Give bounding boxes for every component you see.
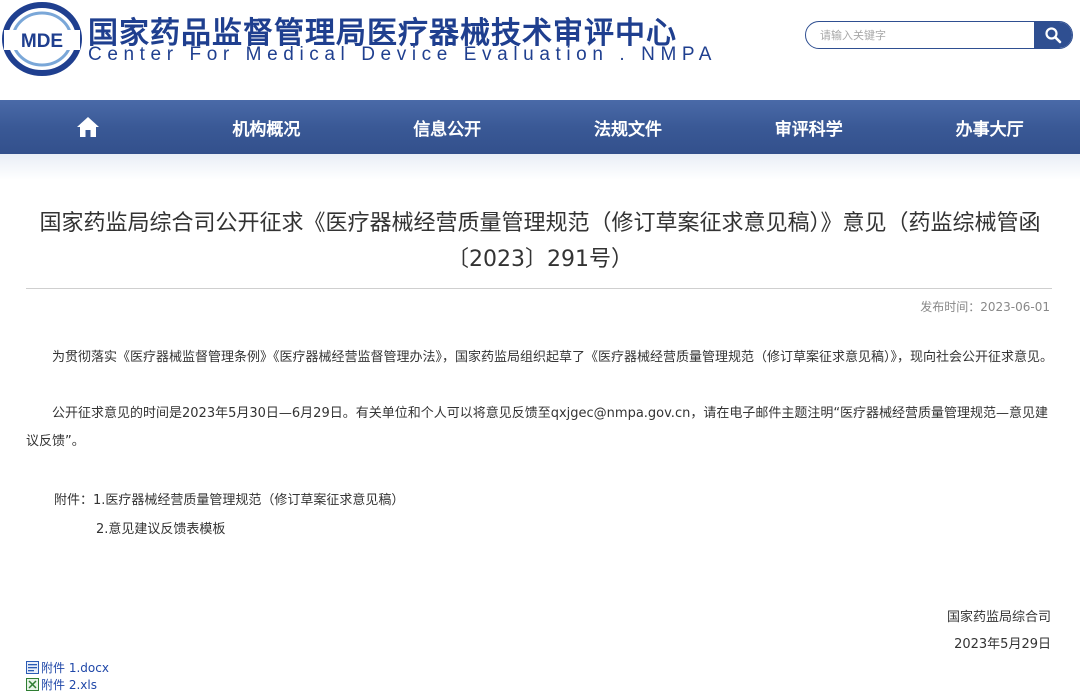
search-button[interactable] [1034,22,1072,48]
article-title: 国家药监局综合司公开征求《医疗器械经营质量管理规范（修订草案征求意见稿）》意见（… [39,211,1041,272]
docx-file-icon [26,660,39,674]
search-box [805,21,1073,49]
search-icon [1045,27,1062,44]
signature-org: 国家药监局综合司 [946,610,1051,625]
nav-item-services[interactable]: 办事大厅 [899,100,1080,154]
attachment-line-1: 附件：1.医疗器械经营质量管理规范（修订草案征求意见稿） [54,493,405,508]
file-name: 附件 1.docx [41,660,109,675]
main-nav: 机构概况 信息公开 法规文件 审评科学 办事大厅 [0,100,1080,154]
article-paragraph-2: 公开征求意见的时间是2023年5月30日—6月29日。有关单位和个人可以将意见反… [26,406,1049,449]
file-link-docx[interactable]: 附件 1.docx [26,659,109,675]
attachment-line-2: 2.意见建议反馈表模板 [96,522,226,537]
site-header: MDE 国家药品监督管理局医疗器械技术审评中心 Center For Medic… [0,0,1080,100]
xls-file-icon [26,677,39,691]
file-name: 附件 2.xls [41,677,97,692]
logo-text: MDE [21,31,63,52]
nav-item-info[interactable]: 信息公开 [357,100,538,154]
publish-label: 发布时间： [920,300,981,314]
file-link-xls[interactable]: 附件 2.xls [26,676,97,692]
nav-item-regulations[interactable]: 法规文件 [538,100,719,154]
publish-time: 发布时间：2023-06-01 [920,298,1050,315]
mde-logo[interactable]: MDE [2,2,82,76]
nav-item-about[interactable]: 机构概况 [176,100,357,154]
publish-date: 2023-06-01 [980,300,1050,314]
nav-item-science[interactable]: 审评科学 [718,100,899,154]
signature-date: 2023年5月29日 [954,637,1051,652]
search-input[interactable] [806,22,1036,48]
site-subtitle: Center For Medical Device Evaluation . N… [88,44,718,65]
home-icon [77,117,99,137]
nav-home[interactable] [0,100,176,154]
article-paragraph-1: 为贯彻落实《医疗器械监督管理条例》《医疗器械经营监督管理办法》，国家药监局组织起… [52,350,1054,365]
title-divider [26,288,1052,289]
header-band [0,154,1080,180]
